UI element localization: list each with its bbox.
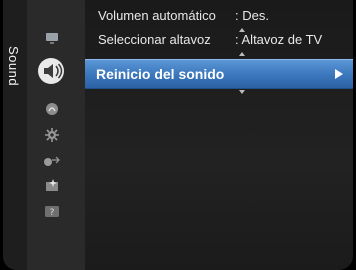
support-icon[interactable]: ?: [39, 201, 65, 223]
osd-menu-panel: Sound ? Volumen automático: Des. Selecc…: [3, 0, 353, 270]
menu-item-seleccionar-altavoz[interactable]: Seleccionar altavoz: [98, 32, 211, 47]
picture-icon[interactable]: [39, 27, 65, 49]
input-icon[interactable]: [39, 150, 65, 172]
menu-item-reinicio-del-sonido[interactable]: Reinicio del sonido: [85, 59, 353, 89]
tv-screen: Sound ? Volumen automático: Des. Selecc…: [0, 0, 356, 270]
selected-item-label: Reinicio del sonido: [96, 66, 225, 82]
channel-icon[interactable]: [39, 98, 65, 120]
menu-item-value-altavoz: : Altavoz de TV: [235, 32, 323, 47]
menu-item-volumen-automatico[interactable]: Volumen automático: [98, 8, 216, 23]
menu-item-value-volumen: : Des.: [235, 8, 269, 23]
category-label: Sound: [6, 46, 21, 87]
category-tab: Sound: [3, 0, 27, 270]
option-up-indicator: [239, 52, 245, 56]
category-sidebar: Sound ?: [3, 0, 85, 270]
scroll-up-indicator: [239, 28, 245, 32]
option-down-indicator: [239, 90, 245, 94]
sound-icon[interactable]: [36, 56, 66, 86]
application-icon[interactable]: [39, 175, 65, 197]
svg-text:?: ?: [50, 208, 55, 218]
setup-icon[interactable]: [39, 124, 65, 146]
submenu-arrow-icon: [335, 69, 343, 79]
